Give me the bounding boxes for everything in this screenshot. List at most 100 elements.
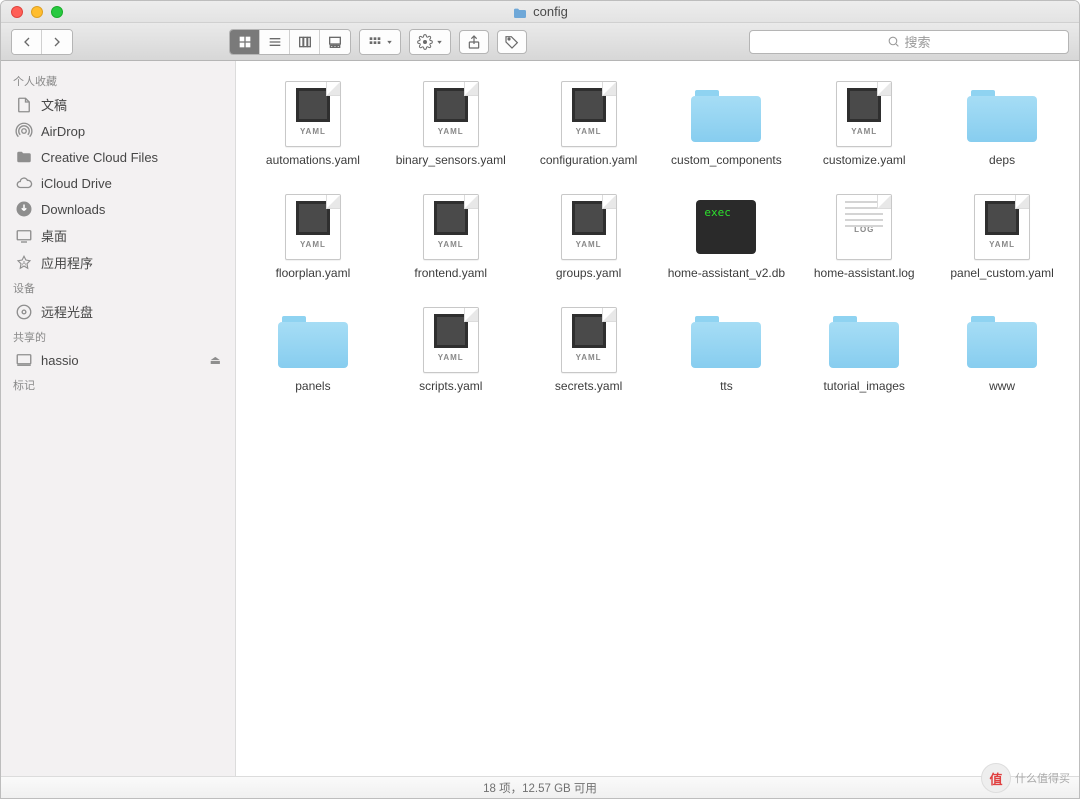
sidebar-item-label: iCloud Drive bbox=[41, 176, 112, 191]
file-item[interactable]: custom_components bbox=[659, 79, 793, 168]
back-button[interactable] bbox=[12, 30, 42, 54]
file-name: home-assistant.log bbox=[814, 266, 915, 281]
file-item[interactable]: YAMLfrontend.yaml bbox=[384, 192, 518, 281]
file-name: configuration.yaml bbox=[540, 153, 637, 168]
sidebar-item-label: 应用程序 bbox=[41, 253, 93, 272]
file-item[interactable]: tts bbox=[659, 305, 793, 394]
sidebar-item[interactable]: hassio ⏏ bbox=[1, 347, 235, 373]
file-name: frontend.yaml bbox=[414, 266, 487, 281]
share-button[interactable] bbox=[459, 30, 489, 54]
file-name: www bbox=[989, 379, 1015, 394]
nav-buttons bbox=[11, 29, 73, 55]
list-view-button[interactable] bbox=[260, 30, 290, 54]
server-icon bbox=[15, 351, 33, 369]
file-item[interactable]: YAMLautomations.yaml bbox=[246, 79, 380, 168]
minimize-window-button[interactable] bbox=[31, 6, 43, 18]
desktop-icon bbox=[15, 227, 33, 245]
sidebar: 个人收藏文稿AirDropCreative Cloud FilesiCloud … bbox=[1, 61, 236, 776]
doc-icon bbox=[15, 96, 33, 114]
airdrop-icon bbox=[15, 122, 33, 140]
status-bar: 18 项，12.57 GB 可用 bbox=[1, 776, 1079, 798]
sidebar-item[interactable]: AirDrop bbox=[1, 118, 235, 144]
forward-button[interactable] bbox=[42, 30, 72, 54]
file-item[interactable]: YAMLpanel_custom.yaml bbox=[935, 192, 1069, 281]
file-name: automations.yaml bbox=[266, 153, 360, 168]
sidebar-item[interactable]: iCloud Drive bbox=[1, 170, 235, 196]
file-item[interactable]: LOGhome-assistant.log bbox=[797, 192, 931, 281]
file-name: custom_components bbox=[671, 153, 782, 168]
window-controls bbox=[1, 6, 63, 18]
file-name: panels bbox=[295, 379, 330, 394]
file-item[interactable]: panels bbox=[246, 305, 380, 394]
content-area[interactable]: YAMLautomations.yamlYAMLbinary_sensors.y… bbox=[236, 61, 1079, 776]
close-window-button[interactable] bbox=[11, 6, 23, 18]
cloud-icon bbox=[15, 174, 33, 192]
gallery-view-button[interactable] bbox=[320, 30, 350, 54]
window-title: config bbox=[1, 4, 1079, 19]
apps-icon: A bbox=[15, 254, 33, 272]
sidebar-item-label: Creative Cloud Files bbox=[41, 150, 158, 165]
file-item[interactable]: YAML configuration.yaml bbox=[522, 79, 656, 168]
file-name: tts bbox=[720, 379, 733, 394]
file-name: secrets.yaml bbox=[555, 379, 622, 394]
file-item[interactable]: deps bbox=[935, 79, 1069, 168]
body: 个人收藏文稿AirDropCreative Cloud FilesiCloud … bbox=[1, 61, 1079, 776]
sidebar-group-label: 标记 bbox=[1, 373, 235, 395]
file-name: scripts.yaml bbox=[419, 379, 482, 394]
file-name: binary_sensors.yaml bbox=[396, 153, 506, 168]
disc-icon bbox=[15, 303, 33, 321]
file-name: customize.yaml bbox=[823, 153, 906, 168]
view-mode-buttons bbox=[229, 29, 351, 55]
folder-icon bbox=[512, 6, 528, 18]
tags-button[interactable] bbox=[497, 30, 527, 54]
file-item[interactable]: YAML secrets.yaml bbox=[522, 305, 656, 394]
folder-side-icon bbox=[15, 148, 33, 166]
folder-icon bbox=[278, 305, 348, 375]
action-button-group bbox=[409, 29, 451, 55]
file-item[interactable]: exechome-assistant_v2.db bbox=[659, 192, 793, 281]
column-view-button[interactable] bbox=[290, 30, 320, 54]
search-icon bbox=[887, 35, 900, 48]
search-placeholder: 搜索 bbox=[904, 32, 930, 51]
file-item[interactable]: www bbox=[935, 305, 1069, 394]
toolbar: 搜索 bbox=[1, 23, 1079, 61]
file-name: tutorial_images bbox=[824, 379, 905, 394]
sidebar-item[interactable]: 桌面 bbox=[1, 222, 235, 249]
yaml-icon: YAML bbox=[554, 192, 624, 262]
file-item[interactable]: YAML groups.yaml bbox=[522, 192, 656, 281]
sidebar-item-label: hassio bbox=[41, 353, 79, 368]
zoom-window-button[interactable] bbox=[51, 6, 63, 18]
yaml-icon: YAML bbox=[416, 79, 486, 149]
search-field[interactable]: 搜索 bbox=[749, 30, 1069, 54]
file-item[interactable]: YAML scripts.yaml bbox=[384, 305, 518, 394]
file-item[interactable]: YAML binary_sensors.yaml bbox=[384, 79, 518, 168]
sidebar-item-label: AirDrop bbox=[41, 124, 85, 139]
sidebar-item-label: 文稿 bbox=[41, 95, 67, 114]
sidebar-item-label: Downloads bbox=[41, 202, 105, 217]
folder-icon bbox=[967, 79, 1037, 149]
file-name: groups.yaml bbox=[556, 266, 621, 281]
downloads-icon bbox=[15, 200, 33, 218]
file-name: panel_custom.yaml bbox=[950, 266, 1053, 281]
file-name: home-assistant_v2.db bbox=[668, 266, 785, 281]
yaml-icon: YAML bbox=[278, 192, 348, 262]
action-button[interactable] bbox=[410, 30, 450, 54]
sidebar-item[interactable]: Creative Cloud Files bbox=[1, 144, 235, 170]
file-grid: YAMLautomations.yamlYAMLbinary_sensors.y… bbox=[246, 79, 1069, 394]
file-item[interactable]: YAMLcustomize.yaml bbox=[797, 79, 931, 168]
file-name: deps bbox=[989, 153, 1015, 168]
status-text: 18 项，12.57 GB 可用 bbox=[483, 780, 597, 796]
sidebar-item[interactable]: 文稿 bbox=[1, 91, 235, 118]
sidebar-item[interactable]: A 应用程序 bbox=[1, 249, 235, 276]
arrange-button[interactable] bbox=[360, 30, 400, 54]
file-item[interactable]: tutorial_images bbox=[797, 305, 931, 394]
icon-view-button[interactable] bbox=[230, 30, 260, 54]
eject-icon[interactable]: ⏏ bbox=[210, 353, 221, 367]
yaml-icon: YAML bbox=[416, 305, 486, 375]
yaml-icon: YAML bbox=[554, 79, 624, 149]
file-item[interactable]: YAMLfloorplan.yaml bbox=[246, 192, 380, 281]
sidebar-item[interactable]: Downloads bbox=[1, 196, 235, 222]
yaml-icon: YAML bbox=[554, 305, 624, 375]
sidebar-item[interactable]: 远程光盘 bbox=[1, 298, 235, 325]
sidebar-item-label: 远程光盘 bbox=[41, 302, 93, 321]
